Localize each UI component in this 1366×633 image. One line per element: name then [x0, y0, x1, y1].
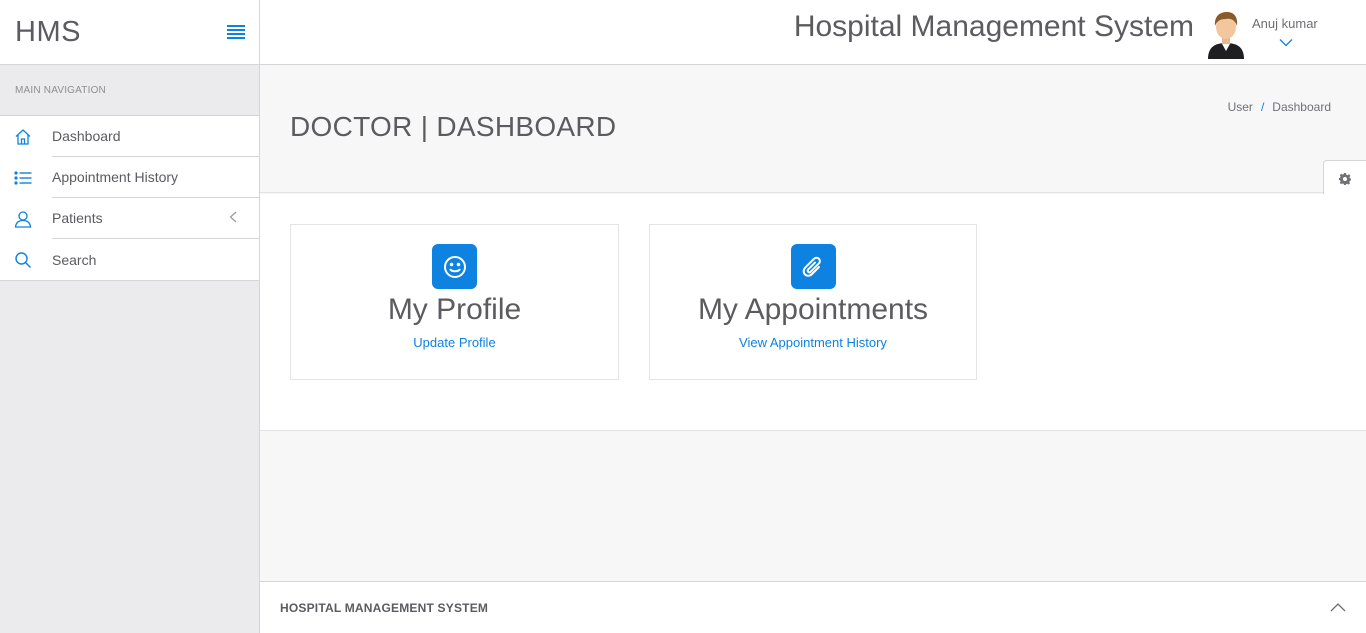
sidebar-item-label: Patients — [52, 198, 259, 239]
brand-bar: HMS — [0, 0, 259, 65]
avatar[interactable] — [1205, 9, 1247, 59]
sidebar-item-label: Dashboard — [52, 116, 259, 157]
sidebar: HMS MAIN NAVIGATION Dashboard Appointmen… — [0, 0, 260, 633]
chevron-left-icon — [229, 210, 237, 228]
update-profile-link[interactable]: Update Profile — [291, 335, 618, 350]
sidebar-item-search[interactable]: Search — [0, 239, 259, 280]
my-profile-card: My Profile Update Profile — [290, 224, 619, 380]
my-appointments-card: My Appointments View Appointment History — [649, 224, 977, 380]
search-icon — [0, 251, 52, 269]
top-header: Hospital Management System Anuj kumar — [260, 0, 1366, 65]
brand-name: HMS — [15, 15, 81, 48]
breadcrumb-dashboard: Dashboard — [1272, 100, 1331, 114]
view-appointment-history-link[interactable]: View Appointment History — [650, 335, 976, 350]
paperclip-icon — [790, 244, 836, 289]
nav-heading: MAIN NAVIGATION — [15, 84, 106, 96]
sidebar-item-appointment-history[interactable]: Appointment History — [0, 157, 259, 198]
sidebar-item-dashboard[interactable]: Dashboard — [0, 116, 259, 157]
app-title: Hospital Management System — [793, 10, 1194, 43]
gear-icon — [1339, 172, 1351, 190]
footer: HOSPITAL MANAGEMENT SYSTEM — [260, 581, 1366, 633]
main-navigation: Dashboard Appointment History Patients S… — [0, 115, 259, 281]
footer-text: HOSPITAL MANAGEMENT SYSTEM — [280, 601, 489, 615]
breadcrumb-separator: / — [1260, 100, 1265, 114]
chevron-up-icon[interactable] — [1330, 599, 1346, 617]
sidebar-item-patients[interactable]: Patients — [0, 198, 259, 239]
user-icon — [0, 210, 52, 228]
card-title: My Profile — [387, 293, 522, 326]
smile-icon — [432, 244, 477, 289]
breadcrumb: User / Dashboard — [1228, 100, 1331, 114]
chevron-down-icon[interactable] — [1279, 34, 1293, 52]
dashboard-content: My Profile Update Profile My Appointment… — [260, 194, 1366, 431]
sidebar-item-label: Search — [52, 251, 97, 268]
user-name[interactable]: Anuj kumar — [1252, 16, 1318, 31]
page-title-band: DOCTOR | DASHBOARD User / Dashboard — [260, 65, 1366, 193]
card-title: My Appointments — [697, 293, 929, 326]
page-title: DOCTOR | DASHBOARD — [290, 111, 617, 142]
home-icon — [0, 128, 52, 146]
sidebar-item-label: Appointment History — [52, 157, 259, 198]
hamburger-icon[interactable] — [227, 25, 245, 39]
breadcrumb-user[interactable]: User — [1228, 100, 1253, 114]
list-icon — [0, 170, 52, 185]
